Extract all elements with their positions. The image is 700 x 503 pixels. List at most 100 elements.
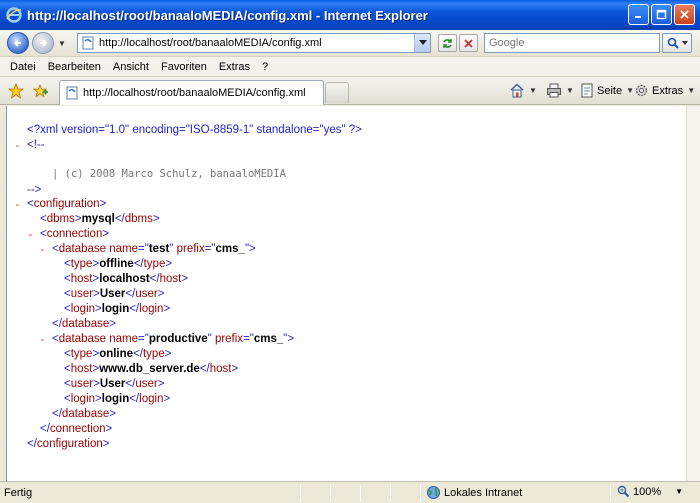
status-divider (420, 485, 421, 501)
chevron-down-icon[interactable]: ▼ (675, 487, 683, 496)
vertical-scrollbar[interactable] (686, 106, 700, 481)
tag-name: user (70, 288, 94, 300)
menu-bar: Datei Bearbeiten Ansicht Favoriten Extra… (0, 56, 700, 77)
xml-field-line: <login>login</login> (64, 303, 171, 315)
tag-name: database (61, 318, 110, 330)
collapse-toggle[interactable]: - (27, 227, 34, 242)
page-content: <?xml version="1.0" encoding="ISO-8859-1… (6, 106, 686, 481)
tag-name: database (58, 243, 107, 255)
xml-comment-end: --> (27, 183, 41, 198)
tag-name: user (135, 288, 158, 300)
attribute-value: cms_ (215, 243, 245, 255)
tag-name: connection (46, 228, 103, 240)
stop-button[interactable] (459, 34, 478, 52)
chevron-down-icon (418, 40, 427, 45)
attribute-name: name (109, 243, 139, 255)
tag-name: host (70, 363, 93, 375)
collapse-toggle[interactable]: - (39, 332, 46, 347)
menu-favorites[interactable]: Favoriten (155, 61, 213, 73)
back-arrow-icon (13, 39, 21, 47)
attribute-value: productive (148, 333, 208, 345)
maximize-icon (656, 9, 667, 20)
collapse-toggle[interactable]: - (14, 197, 21, 212)
url-input[interactable] (99, 37, 411, 49)
chevron-down-icon[interactable]: ▼ (529, 86, 537, 95)
new-tab-button[interactable] (325, 82, 349, 103)
page-menu-label: Seite (597, 84, 623, 97)
gear-icon (635, 84, 648, 97)
status-divider (390, 485, 391, 501)
tag-name: connection (49, 423, 106, 435)
history-dropdown-icon[interactable]: ▼ (58, 39, 66, 48)
tag-name: login (139, 303, 164, 315)
collapse-toggle[interactable]: - (39, 242, 46, 257)
search-input[interactable] (489, 37, 649, 49)
xml-database-close: </database> (52, 318, 116, 330)
tag-name: type (142, 348, 165, 360)
status-divider (610, 485, 611, 501)
minimize-icon (635, 16, 641, 18)
tag-name: configuration (36, 438, 103, 450)
xml-dbms-line: <dbms>mysql</dbms> (40, 213, 160, 225)
tag-name: host (70, 273, 93, 285)
tab-config-xml[interactable]: http://localhost/root/banaaloMEDIA/confi… (59, 80, 324, 105)
status-divider (300, 485, 301, 501)
comment-open: <!-- (27, 139, 45, 151)
page-menu-icon (581, 83, 593, 98)
page-icon (66, 86, 78, 100)
minimize-button[interactable] (628, 4, 649, 25)
xml-field-line: <user>User</user> (64, 288, 165, 300)
xml-field-line: <type>offline</type> (64, 258, 173, 270)
back-button[interactable] (7, 32, 29, 54)
menu-file[interactable]: Datei (4, 61, 42, 73)
maximize-button[interactable] (651, 4, 672, 25)
address-bar[interactable] (77, 33, 431, 53)
printer-icon (547, 83, 561, 98)
print-button[interactable]: ▼ (546, 83, 574, 98)
stop-x-icon (464, 38, 473, 48)
zone-label: Lokales Intranet (444, 486, 523, 499)
tab-bar: http://localhost/root/banaaloMEDIA/confi… (0, 77, 700, 105)
attribute-value: cms_ (253, 333, 284, 345)
xml-field-line: <host>www.db_server.de</host> (64, 363, 239, 375)
internet-explorer-icon (6, 7, 22, 23)
zoom-level: 100% (633, 485, 662, 498)
tag-name: configuration (33, 198, 100, 210)
zoom-magnifier-icon (617, 485, 630, 498)
tools-menu-label: Extras (652, 84, 684, 97)
attribute-name: prefix (176, 243, 205, 255)
menu-help[interactable]: ? (256, 61, 274, 73)
title-bar[interactable]: http://localhost/root/banaaloMEDIA/confi… (0, 0, 700, 30)
add-favorite-icon[interactable] (32, 83, 48, 99)
menu-view[interactable]: Ansicht (107, 61, 155, 73)
menu-tools[interactable]: Extras (213, 61, 256, 73)
xml-field-line: <type>online</type> (64, 348, 172, 360)
refresh-button[interactable] (438, 34, 457, 52)
field-value: login (101, 303, 130, 315)
xml-database-close: </database> (52, 408, 116, 420)
chevron-down-icon: ▼ (687, 86, 696, 95)
forward-arrow-icon (40, 39, 48, 47)
tag-name: host (159, 273, 182, 285)
search-button[interactable] (662, 33, 692, 53)
search-icon (667, 37, 679, 49)
tag-name: user (135, 378, 158, 390)
tools-menu-button[interactable]: Extras ▼ (634, 83, 695, 98)
address-dropdown-button[interactable] (414, 34, 430, 52)
xml-database-open: - <database name="productive" prefix="cm… (39, 332, 295, 347)
page-menu-button[interactable]: Seite ▼ (580, 83, 634, 98)
zoom-control[interactable]: 100% ▼ (617, 485, 683, 498)
collapse-toggle[interactable]: - (14, 138, 21, 153)
tag-name: type (70, 258, 93, 270)
chevron-down-icon[interactable]: ▼ (566, 86, 574, 95)
forward-button[interactable] (32, 32, 54, 54)
menu-edit[interactable]: Bearbeiten (42, 61, 107, 73)
security-zone[interactable]: Lokales Intranet (426, 485, 522, 500)
tag-name: dbms (124, 213, 153, 225)
home-button[interactable]: ▼ (509, 83, 537, 98)
search-box[interactable] (484, 33, 660, 53)
favorites-center-star-icon[interactable] (8, 83, 24, 99)
attribute-name: name (109, 333, 139, 345)
tag-name: host (209, 363, 232, 375)
close-button[interactable] (674, 4, 695, 25)
